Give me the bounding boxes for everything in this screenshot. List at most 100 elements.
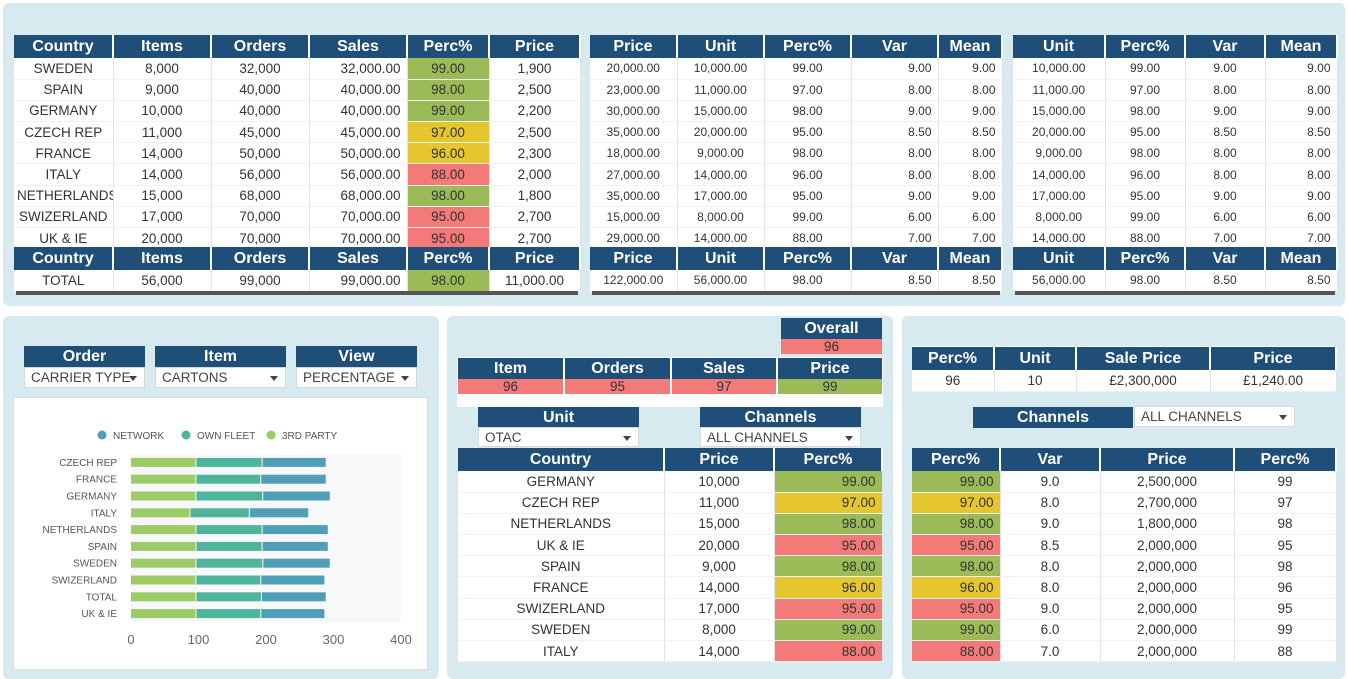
col-header[interactable]: Items — [113, 35, 212, 58]
items-cell: 9,000 — [113, 79, 212, 101]
view-dropdown[interactable]: PERCENTAGE — [296, 367, 417, 388]
col-header[interactable]: Perc% — [1105, 35, 1186, 58]
table-cell: 14,000.00 — [677, 163, 765, 186]
table-cell: 30,000.00 — [590, 100, 678, 123]
kpi-value: £1,240.00 — [1210, 370, 1337, 392]
items-cell: 20,000 — [113, 227, 212, 250]
col-header[interactable]: Sale Price — [1076, 347, 1211, 370]
total-cell: 122,000.00 — [590, 270, 678, 292]
table-row: 23,000.00 11,000.00 97.00 8.00 8.00 — [590, 79, 1003, 101]
price-cell: 2,700 — [489, 206, 581, 229]
table-cell: 7.00 — [1265, 227, 1338, 250]
col-header[interactable]: Unit — [677, 35, 765, 58]
col-header[interactable]: Price — [664, 448, 775, 471]
col-header[interactable]: Price — [590, 35, 678, 58]
col-header[interactable]: Var — [851, 247, 939, 270]
col-header[interactable]: Perc% — [912, 448, 1001, 471]
col-header[interactable]: Perc% — [764, 247, 852, 270]
perc-cell: 96.00 — [774, 576, 883, 599]
country-price-table: Country Price Perc% GERMANY 10,000 99.00 CZ… — [458, 448, 883, 663]
col-header[interactable]: Unit — [994, 347, 1077, 370]
col-header[interactable]: Perc% — [774, 448, 883, 471]
col-header[interactable]: Country — [14, 247, 114, 270]
table-cell: 95.00 — [764, 121, 852, 144]
table-row: SPAIN 9,000 98.00 — [458, 555, 883, 578]
horizontal-scrollbar[interactable] — [1015, 291, 1335, 295]
table-cell: 9.00 — [1265, 100, 1338, 123]
unit-dropdown[interactable]: OTAC — [478, 427, 639, 447]
col-header[interactable]: Mean — [1265, 35, 1338, 58]
table-header-row: Perc% Var Price Perc% — [912, 448, 1337, 471]
col-header[interactable]: Orders — [211, 247, 310, 270]
table-cell: 8,000.00 — [677, 206, 765, 229]
item-dropdown[interactable]: CARTONS — [155, 367, 286, 388]
bar-segment — [131, 575, 196, 585]
col-header[interactable]: Price — [1210, 347, 1337, 370]
col-header[interactable]: Orders — [211, 35, 310, 58]
table-row: 9,000.00 98.00 8.00 8.00 — [1013, 142, 1338, 165]
col-header[interactable]: Price — [489, 35, 581, 58]
perc-cell: 97 — [1234, 492, 1337, 514]
col-header[interactable]: Perc% — [1234, 448, 1337, 471]
col-header[interactable]: Country — [14, 35, 114, 58]
price-cell: 15,000 — [664, 513, 775, 536]
stacked-bar-chart: NETWORK OWN FLEET 3RD PARTY CZECH REP FRANCE… — [43, 430, 412, 647]
col-header[interactable]: Perc% — [407, 247, 490, 270]
bar-segment — [262, 541, 328, 551]
col-header[interactable]: Price — [1100, 448, 1235, 471]
col-header[interactable]: Perc% — [407, 35, 490, 58]
table-row: 27,000.00 14,000.00 96.00 8.00 8.00 — [590, 163, 1003, 186]
price-cell: 14,000 — [664, 576, 775, 599]
channels-dropdown[interactable]: ALL CHANNELS — [700, 427, 861, 447]
horizontal-scrollbar[interactable] — [592, 291, 1000, 295]
table-cell: 6.00 — [1265, 206, 1338, 229]
country-cell: ITALY — [14, 163, 114, 186]
order-dropdown[interactable]: CARRIER TYPE — [24, 367, 145, 388]
bar-segment — [190, 508, 249, 518]
total-cell: 56,000.00 — [1013, 270, 1106, 292]
table-row: 97.00 8.0 2,700,000 97 — [912, 492, 1337, 514]
perc-cell: 88.00 — [407, 163, 490, 186]
col-header[interactable]: Unit — [677, 247, 765, 270]
col-header[interactable]: Var — [1000, 448, 1101, 471]
col-header[interactable]: Mean — [938, 247, 1003, 270]
col-header[interactable]: Price — [489, 247, 581, 270]
table-row: 95.00 8.5 2,000,000 95 — [912, 534, 1337, 557]
col-header[interactable]: Sales — [309, 247, 408, 270]
col-header[interactable]: Var — [1185, 247, 1266, 270]
price-cell: 2,000,000 — [1100, 640, 1235, 663]
col-header[interactable]: Price — [590, 247, 678, 270]
col-header[interactable]: Unit — [1013, 247, 1106, 270]
price-cell: 2,300 — [489, 142, 581, 165]
col-header[interactable]: Var — [1185, 35, 1266, 58]
col-header[interactable]: Country — [458, 448, 665, 471]
col-header[interactable]: Mean — [1265, 247, 1338, 270]
table-cell: 9.00 — [851, 185, 939, 207]
col-header[interactable]: Perc% — [764, 35, 852, 58]
table-cell: 98.00 — [1105, 100, 1186, 123]
right-channels-dropdown[interactable]: ALL CHANNELS — [1134, 406, 1295, 427]
table-header-row: Price Unit Perc% Var Mean — [590, 35, 1003, 58]
x-tick-label: 200 — [255, 632, 277, 647]
perc-cell: 97.00 — [774, 492, 883, 514]
table-row: 20,000.00 95.00 8.50 8.50 — [1013, 121, 1338, 144]
col-header[interactable]: Items — [113, 247, 212, 270]
col-header[interactable]: Perc% — [912, 347, 995, 370]
col-header[interactable]: Var — [851, 35, 939, 58]
price-stats-table: Price Unit Perc% Var Mean 20,000.00 10,00… — [590, 35, 1003, 250]
perc-cell: 98.00 — [774, 513, 883, 536]
col-header[interactable]: Sales — [309, 35, 408, 58]
var-cell: 9.0 — [1000, 598, 1101, 620]
table-cell: 6.00 — [851, 206, 939, 229]
perc-cell: 99.00 — [912, 471, 1001, 493]
perc-cell: 95.00 — [407, 206, 490, 229]
table-cell: 98.00 — [1105, 142, 1186, 165]
table-cell: 9.00 — [938, 185, 1003, 207]
table-row: GERMANY 10,000 40,000 40,000.00 99.00 2,200 — [14, 100, 581, 123]
col-header[interactable]: Unit — [1013, 35, 1106, 58]
col-header[interactable]: Mean — [938, 35, 1003, 58]
horizontal-scrollbar[interactable] — [16, 291, 578, 295]
col-header[interactable]: Perc% — [1105, 247, 1186, 270]
country-cell: GERMANY — [14, 100, 114, 123]
table-cell: 8.00 — [851, 163, 939, 186]
